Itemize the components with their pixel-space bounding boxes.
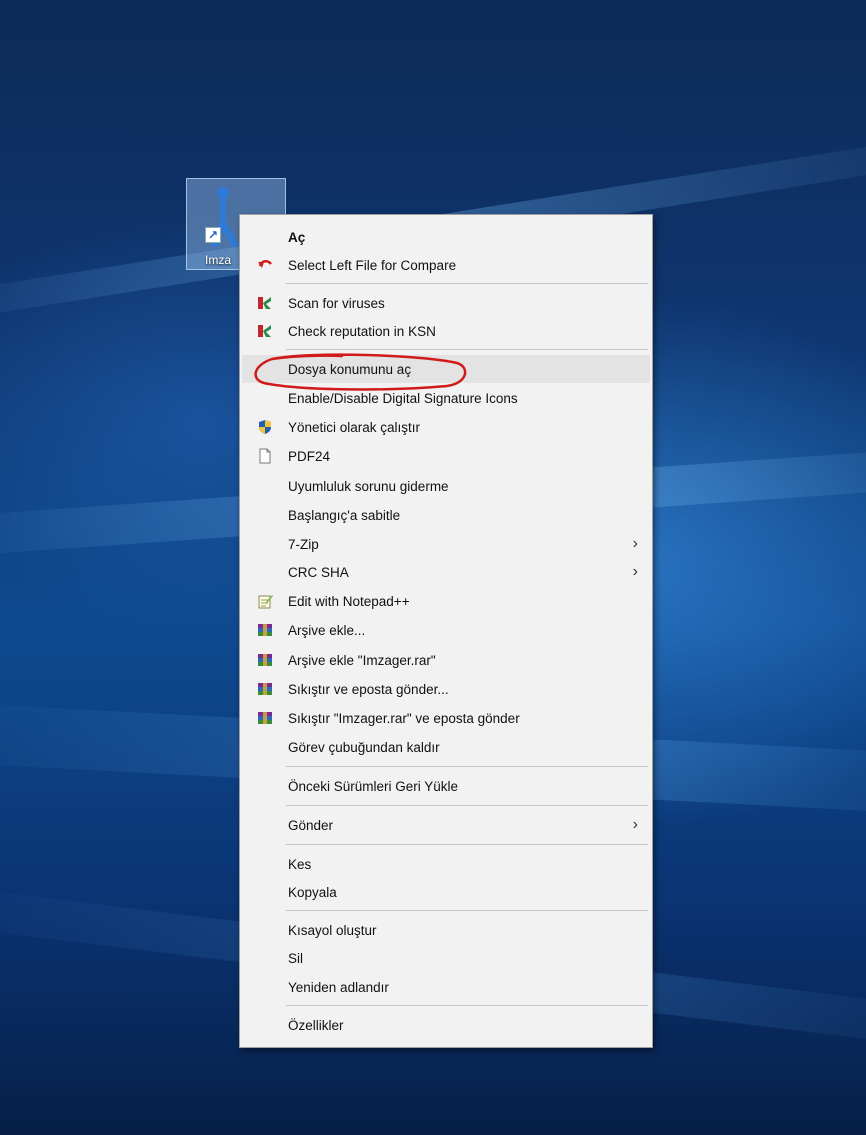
menu-item-label: Dosya konumunu aç [288,361,412,377]
shortcut-arrow-icon: ↗ [205,227,221,243]
menu-item-open-file-location[interactable]: Dosya konumunu aç [242,355,650,383]
winrar-icon [258,624,272,636]
menu-item-7-zip[interactable]: 7-Zip › [242,530,650,558]
menu-item-label: Sil [288,950,304,966]
menu-item-label: Başlangıç'a sabitle [288,507,401,523]
menu-item-add-to-imzager-rar[interactable]: Arşive ekle "Imzager.rar" [242,646,650,674]
menu-item-label: Select Left File for Compare [288,257,457,273]
menu-item-label: Enable/Disable Digital Signature Icons [288,390,518,406]
menu-separator [286,283,648,284]
menu-item-add-to-archive[interactable]: Arşive ekle... [242,616,650,644]
menu-item-edit-with-notepad-plus-plus[interactable]: Edit with Notepad++ [242,587,650,615]
menu-item-label: Yeniden adlandır [288,979,389,995]
winrar-icon [258,683,272,695]
menu-item-crc-sha[interactable]: CRC SHA › [242,558,650,586]
menu-item-enable-disable-digital-signature-icons[interactable]: Enable/Disable Digital Signature Icons [242,384,650,412]
menu-item-label: 7-Zip [288,536,319,552]
menu-item-unpin-from-taskbar[interactable]: Görev çubuğundan kaldır [242,733,650,761]
notepad-plus-icon [258,595,273,609]
menu-item-compress-imzager-rar-and-email[interactable]: Sıkıştır "Imzager.rar" ve eposta gönder [242,704,650,732]
menu-separator [286,349,648,350]
menu-item-label: Aç [288,229,306,245]
menu-item-label: Scan for viruses [288,295,385,311]
menu-item-label: Edit with Notepad++ [288,593,410,609]
chevron-right-icon: › [632,535,638,552]
menu-item-label: PDF24 [288,448,331,464]
menu-item-cut[interactable]: Kes [242,850,650,878]
menu-item-send-to[interactable]: Gönder › [242,811,650,839]
menu-item-label: Arşive ekle... [288,622,366,638]
menu-item-label: Sıkıştır "Imzager.rar" ve eposta gönder [288,710,520,726]
menu-separator [286,805,648,806]
menu-item-label: Kısayol oluştur [288,922,377,938]
kaspersky-icon [258,325,271,337]
menu-item-select-left-file-for-compare[interactable]: Select Left File for Compare [242,251,650,279]
menu-item-check-reputation-in-ksn[interactable]: Check reputation in KSN [242,317,650,345]
menu-item-label: Uyumluluk sorunu giderme [288,478,449,494]
menu-item-properties[interactable]: Özellikler [242,1011,650,1039]
compare-undo-icon [258,260,272,268]
chevron-right-icon: › [632,816,638,833]
winrar-icon [258,654,272,666]
menu-item-label: Sıkıştır ve eposta gönder... [288,681,449,697]
menu-item-label: Görev çubuğundan kaldır [288,739,440,755]
menu-item-label: Arşive ekle "Imzager.rar" [288,652,436,668]
menu-item-run-as-administrator[interactable]: Yönetici olarak çalıştır [242,413,650,441]
document-icon [259,448,271,464]
winrar-icon [258,712,272,724]
menu-separator [286,1005,648,1006]
menu-item-pdf24[interactable]: PDF24 [242,442,650,470]
menu-item-restore-previous-versions[interactable]: Önceki Sürümleri Geri Yükle [242,772,650,800]
menu-item-troubleshoot-compatibility[interactable]: Uyumluluk sorunu giderme [242,472,650,500]
menu-item-compress-and-email[interactable]: Sıkıştır ve eposta gönder... [242,675,650,703]
menu-item-pin-to-start[interactable]: Başlangıç'a sabitle [242,501,650,529]
menu-item-label: Yönetici olarak çalıştır [288,419,421,435]
menu-item-label: Check reputation in KSN [288,323,436,339]
menu-item-delete[interactable]: Sil [242,944,650,972]
menu-item-label: CRC SHA [288,564,349,580]
menu-separator [286,910,648,911]
menu-separator [286,766,648,767]
context-menu: Aç Select Left File for Compare Scan for… [239,214,653,1048]
menu-item-rename[interactable]: Yeniden adlandır [242,973,650,1001]
chevron-right-icon: › [632,563,638,580]
kaspersky-icon [258,297,271,309]
uac-shield-icon [259,420,271,434]
menu-item-create-shortcut[interactable]: Kısayol oluştur [242,916,650,944]
menu-separator [286,844,648,845]
menu-item-open[interactable]: Aç [242,223,650,251]
menu-item-scan-for-viruses[interactable]: Scan for viruses [242,289,650,317]
menu-item-label: Gönder [288,817,334,833]
menu-item-copy[interactable]: Kopyala [242,878,650,906]
menu-item-label: Önceki Sürümleri Geri Yükle [288,778,459,794]
menu-item-label: Özellikler [288,1017,344,1033]
menu-item-label: Kes [288,856,312,872]
menu-item-label: Kopyala [288,884,337,900]
